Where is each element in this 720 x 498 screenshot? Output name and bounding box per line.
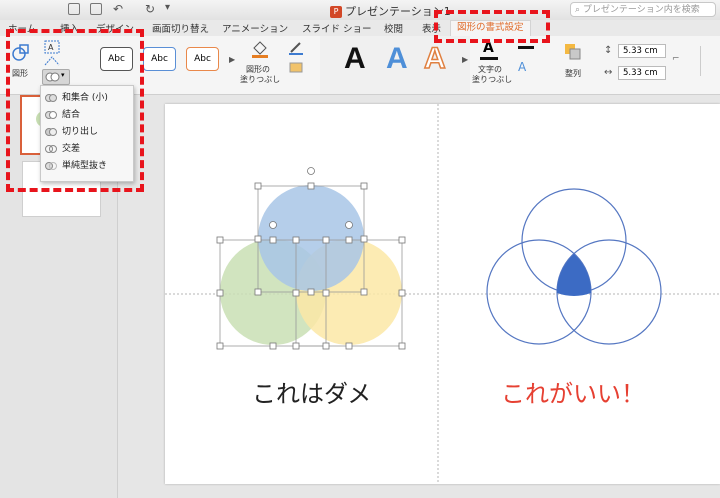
text-fill-color-bar <box>480 57 498 60</box>
shape-outline-icon[interactable] <box>288 41 306 55</box>
search-placeholder: プレゼンテーション内を検索 <box>582 5 700 15</box>
tab-review[interactable]: 校閲 <box>384 21 403 35</box>
sidebar-toggle-icon[interactable] <box>68 3 80 15</box>
arrange-label: 整列 <box>565 69 581 78</box>
format-pane-button[interactable] <box>700 46 717 76</box>
tab-transitions[interactable]: 画面切り替え <box>152 21 209 35</box>
height-field[interactable]: 5.33 cm <box>618 44 666 58</box>
wordart-style-black[interactable]: A <box>344 42 366 76</box>
document-title: P プレゼンテーション1 <box>330 3 451 19</box>
paint-bucket-icon <box>252 41 268 58</box>
text-effects-icon[interactable]: A <box>518 60 526 74</box>
shape-effects-icon[interactable] <box>288 61 306 75</box>
text-fill-label-2: 塗りつぶし <box>472 75 513 84</box>
shape-style-3[interactable]: Abc <box>186 47 219 71</box>
slide-canvas[interactable]: これはダメ これがいい！ <box>165 104 720 484</box>
wordart-style-orange[interactable]: A <box>423 41 446 76</box>
redo-icon[interactable]: ↻ <box>145 2 155 16</box>
style-gallery-arrow-icon[interactable]: ▶ <box>229 55 235 64</box>
left-caption: これはダメ <box>252 380 372 408</box>
intersection-shape[interactable] <box>556 254 592 296</box>
tab-slideshow[interactable]: スライド ショー <box>302 21 372 35</box>
title-bar: ↶ ↻ ▾ P プレゼンテーション1 ⌕ プレゼンテーション内を検索 <box>0 0 720 21</box>
lock-aspect-icon[interactable]: ⌐ <box>672 54 680 64</box>
width-icon: ↔ <box>604 67 613 78</box>
arrange-button[interactable]: 整列 <box>558 40 588 90</box>
search-input[interactable]: ⌕ プレゼンテーション内を検索 <box>570 2 716 17</box>
annotation-box-merge-tools <box>6 29 144 192</box>
height-icon: ↕ <box>604 45 613 56</box>
customize-icon[interactable]: ▾ <box>165 2 170 13</box>
tab-animations[interactable]: アニメーション <box>222 21 288 35</box>
width-field[interactable]: 5.33 cm <box>618 66 666 80</box>
slide-drawing <box>165 104 720 484</box>
search-icon: ⌕ <box>575 5 583 15</box>
text-fill-button[interactable]: A 文字の 塗りつぶし <box>472 40 512 90</box>
shape-style-2[interactable]: Abc <box>143 47 176 71</box>
undo-icon[interactable]: ↶ <box>113 2 123 16</box>
save-icon[interactable] <box>90 3 102 15</box>
arrange-icon <box>565 44 581 60</box>
shape-fill-label-2: 塗りつぶし <box>240 75 281 84</box>
annotation-box-format-tab <box>434 10 550 43</box>
wordart-gallery-arrow-icon[interactable]: ▶ <box>462 55 468 64</box>
wordart-gallery: A A A <box>320 36 470 94</box>
right-caption: これがいい！ <box>501 380 645 408</box>
wordart-style-blue[interactable]: A <box>386 42 408 76</box>
powerpoint-icon: P <box>330 6 342 18</box>
shape-fill-button[interactable]: 図形の 塗りつぶし <box>240 40 280 90</box>
text-outline-icon[interactable] <box>518 46 534 49</box>
